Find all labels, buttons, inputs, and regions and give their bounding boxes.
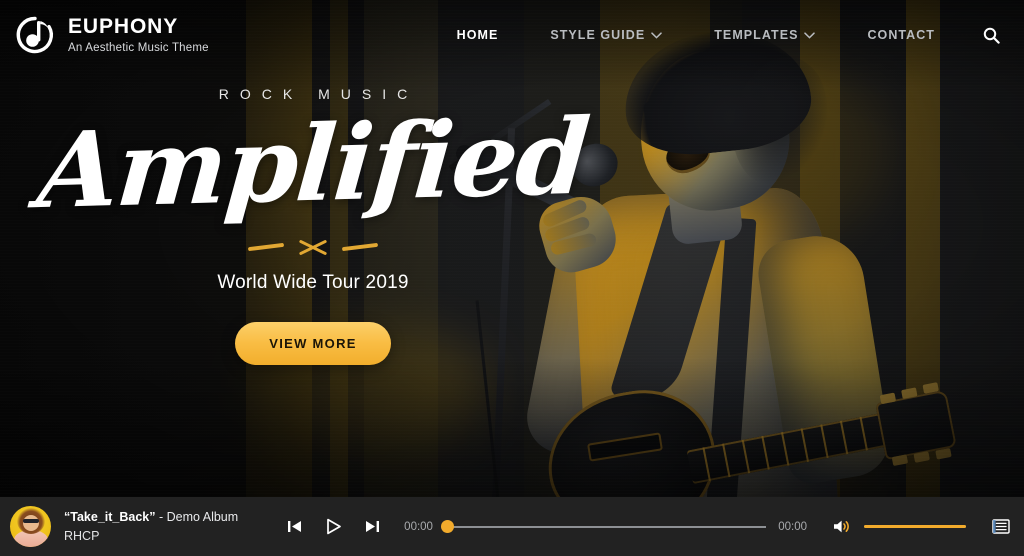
hero-section: ROCK MUSIC Amplified World Wide Tour 201… [0, 0, 1024, 497]
progress-track [446, 525, 767, 528]
nav-label: TEMPLATES [714, 28, 799, 42]
nav-item-contact[interactable]: CONTACT [841, 28, 961, 42]
brand-subtitle: An Aesthetic Music Theme [68, 41, 209, 54]
volume-fill [864, 525, 966, 528]
avatar [10, 506, 51, 547]
chevron-down-icon [651, 28, 662, 42]
hero-content: ROCK MUSIC Amplified World Wide Tour 201… [0, 86, 626, 366]
crossed-drumsticks-icon [298, 238, 328, 256]
track-title: “Take_it_Back” [64, 510, 156, 525]
chevron-down-icon [804, 28, 816, 42]
music-player-bar: “Take_it_Back” - Demo Album RHCP 00:00 0… [0, 497, 1024, 556]
track-artist: RHCP [64, 528, 100, 543]
progress-slider[interactable] [440, 520, 767, 534]
playback-controls [287, 518, 380, 535]
divider-dash-left [247, 243, 285, 252]
page-root: ROCK MUSIC Amplified World Wide Tour 201… [0, 0, 1024, 556]
hero-subheadline: World Wide Tour 2019 [217, 272, 409, 294]
play-icon[interactable] [325, 518, 342, 535]
volume-slider[interactable] [864, 520, 966, 534]
nav-label: STYLE GUIDE [550, 28, 646, 42]
track-separator: - [155, 510, 167, 525]
nav-item-home[interactable]: HOME [431, 28, 525, 42]
brand-title: EUPHONY [68, 15, 179, 39]
track-album: Demo Album [166, 510, 239, 525]
music-note-circle-icon [14, 14, 56, 56]
search-icon[interactable] [961, 27, 1004, 44]
brand-text: EUPHONY An Aesthetic Music Theme [68, 15, 209, 54]
hero-divider [247, 238, 379, 256]
track-info: “Take_it_Back” - Demo Album RHCP [64, 508, 238, 544]
previous-track-icon[interactable] [287, 519, 302, 534]
site-header: EUPHONY An Aesthetic Music Theme HOME ST… [0, 0, 1024, 70]
main-navigation: HOME STYLE GUIDE TEMPLATES CONTACT [431, 27, 1004, 44]
nav-label: HOME [456, 28, 499, 42]
nav-label: CONTACT [867, 28, 935, 42]
volume-icon[interactable] [833, 519, 851, 534]
nav-item-templates[interactable]: TEMPLATES [688, 28, 841, 42]
progress-handle[interactable] [440, 520, 454, 533]
track-title-line: “Take_it_Back” - Demo Album [64, 508, 238, 526]
view-more-button[interactable]: VIEW MORE [235, 322, 391, 366]
total-time: 00:00 [778, 520, 807, 533]
divider-dash-right [341, 243, 379, 252]
next-track-icon[interactable] [365, 519, 380, 534]
nav-item-style-guide[interactable]: STYLE GUIDE [524, 28, 688, 42]
hero-headline: Amplified [33, 94, 593, 233]
brand-logo[interactable]: EUPHONY An Aesthetic Music Theme [14, 14, 209, 56]
playlist-icon[interactable] [992, 519, 1010, 534]
elapsed-time: 00:00 [404, 520, 433, 533]
